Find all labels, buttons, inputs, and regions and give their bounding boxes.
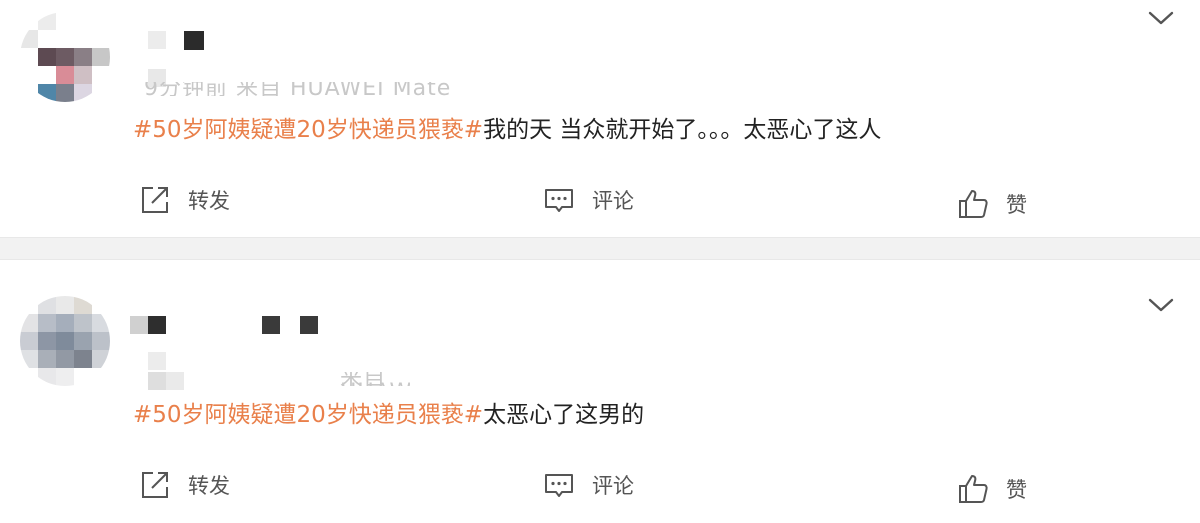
post-text: 我的天 当众就开始了。。。太恶心了这人 bbox=[483, 117, 882, 143]
repost-button[interactable]: 转发 bbox=[138, 180, 230, 220]
comment-icon bbox=[542, 468, 576, 502]
repost-icon bbox=[138, 468, 172, 502]
post-card: 来自 HUAWEI Mate #50岁阿姨疑遭20岁快递员猥亵#太恶心了这男的 … bbox=[0, 260, 1200, 523]
like-icon bbox=[956, 472, 990, 506]
topic-link[interactable]: #50岁阿姨疑遭20岁快递员猥亵# bbox=[133, 402, 483, 428]
comment-button[interactable]: 评论 bbox=[542, 465, 634, 505]
comment-button[interactable]: 评论 bbox=[542, 180, 634, 220]
action-bar: 转发 评论 赞 bbox=[0, 180, 1200, 220]
like-button[interactable]: 赞 bbox=[956, 469, 1027, 509]
post-content: #50岁阿姨疑遭20岁快递员猥亵#我的天 当众就开始了。。。太恶心了这人 bbox=[133, 115, 881, 145]
like-icon bbox=[956, 187, 990, 221]
chevron-down-icon[interactable] bbox=[1148, 297, 1174, 313]
chevron-down-icon[interactable] bbox=[1148, 10, 1174, 26]
post-text: 太恶心了这男的 bbox=[483, 402, 645, 428]
repost-button[interactable]: 转发 bbox=[138, 465, 230, 505]
post-content: #50岁阿姨疑遭20岁快递员猥亵#太恶心了这男的 bbox=[133, 400, 644, 430]
avatar[interactable] bbox=[20, 12, 110, 102]
post-separator bbox=[0, 237, 1200, 260]
like-button[interactable]: 赞 bbox=[956, 184, 1027, 224]
comment-label: 评论 bbox=[592, 474, 634, 498]
repost-label: 转发 bbox=[188, 474, 230, 498]
repost-label: 转发 bbox=[188, 189, 230, 213]
comment-label: 评论 bbox=[592, 189, 634, 213]
like-label: 赞 bbox=[1006, 478, 1027, 502]
repost-icon bbox=[138, 183, 172, 217]
post-card: 9分钟前 来自 HUAWEI Mate #50岁阿姨疑遭20岁快递员猥亵#我的天… bbox=[0, 0, 1200, 237]
post-meta: 来自 HUAWEI Mate bbox=[340, 372, 410, 386]
like-label: 赞 bbox=[1006, 193, 1027, 217]
avatar[interactable] bbox=[20, 296, 110, 386]
topic-link[interactable]: #50岁阿姨疑遭20岁快递员猥亵# bbox=[133, 117, 483, 143]
action-bar: 转发 评论 赞 bbox=[0, 465, 1200, 505]
comment-icon bbox=[542, 183, 576, 217]
post-meta: 9分钟前 来自 HUAWEI Mate bbox=[144, 82, 452, 96]
